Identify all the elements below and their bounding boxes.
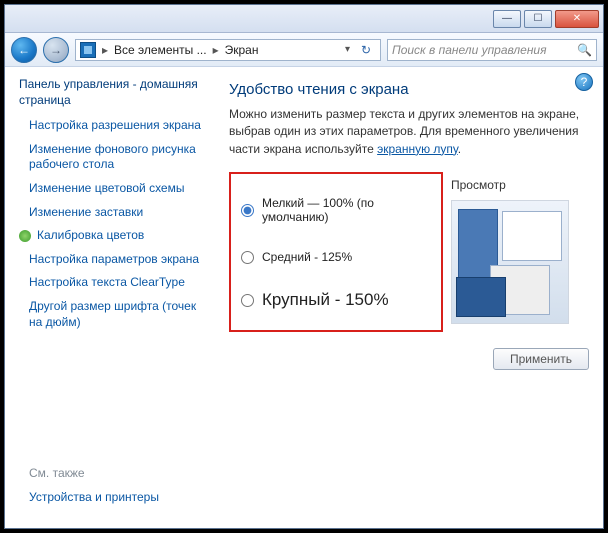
- content-pane: ? Удобство чтения с экрана Можно изменит…: [219, 67, 603, 528]
- desc-text-end: .: [458, 142, 461, 156]
- radio-large[interactable]: Крупный - 150%: [241, 290, 433, 310]
- sidebar-link-screensaver[interactable]: Изменение заставки: [29, 205, 209, 221]
- titlebar: — ☐ ✕: [5, 5, 603, 33]
- maximize-button[interactable]: ☐: [524, 10, 552, 28]
- chevron-right-icon: ▸: [213, 43, 219, 57]
- chevron-down-icon[interactable]: ▾: [345, 44, 350, 55]
- radio-small-input[interactable]: [241, 204, 254, 217]
- radio-medium-label: Средний - 125%: [262, 250, 352, 264]
- radio-medium-input[interactable]: [241, 251, 254, 264]
- sidebar-link-cleartype[interactable]: Настройка текста ClearType: [29, 275, 209, 291]
- radio-large-label: Крупный - 150%: [262, 290, 389, 310]
- address-bar[interactable]: ▸ Все элементы ... ▸ Экран ▾ ↻: [75, 39, 381, 61]
- see-also-section: См. также Устройства и принтеры: [19, 466, 159, 514]
- sidebar-link-wallpaper[interactable]: Изменение фонового рисунка рабочего стол…: [29, 142, 209, 173]
- preview-image: [451, 200, 569, 324]
- options-row: Мелкий — 100% (по умолчанию) Средний - 1…: [229, 172, 589, 332]
- close-button[interactable]: ✕: [555, 10, 599, 28]
- arrow-left-icon: ←: [18, 43, 30, 57]
- preview-window-icon: [502, 211, 562, 261]
- nav-bar: ← → ▸ Все элементы ... ▸ Экран ▾ ↻ Поиск…: [5, 33, 603, 67]
- control-panel-icon: [80, 42, 96, 58]
- page-title: Удобство чтения с экрана: [229, 81, 589, 98]
- preview-taskbar-icon: [456, 277, 506, 317]
- button-row: Применить: [229, 348, 589, 370]
- size-options-group: Мелкий — 100% (по умолчанию) Средний - 1…: [229, 172, 443, 332]
- search-placeholder: Поиск в панели управления: [392, 43, 547, 57]
- arrow-right-icon: →: [50, 43, 62, 57]
- radio-small-label: Мелкий — 100% (по умолчанию): [262, 196, 433, 224]
- radio-large-input[interactable]: [241, 294, 254, 307]
- sidebar-link-displaysettings[interactable]: Настройка параметров экрана: [29, 252, 209, 268]
- search-icon: 🔍: [577, 43, 592, 57]
- help-icon[interactable]: ?: [575, 73, 593, 91]
- back-button[interactable]: ←: [11, 37, 37, 63]
- refresh-icon[interactable]: ↻: [356, 43, 376, 57]
- page-description: Можно изменить размер текста и других эл…: [229, 106, 589, 158]
- breadcrumb-segment[interactable]: Все элементы ...: [114, 43, 207, 57]
- apply-button[interactable]: Применить: [493, 348, 589, 370]
- sidebar-link-calibrate[interactable]: Калибровка цветов: [19, 228, 209, 244]
- window: — ☐ ✕ ← → ▸ Все элементы ... ▸ Экран ▾ ↻…: [4, 4, 604, 529]
- breadcrumb-segment[interactable]: Экран: [225, 43, 259, 57]
- radio-medium[interactable]: Средний - 125%: [241, 250, 433, 264]
- magnifier-link[interactable]: экранную лупу: [377, 142, 458, 156]
- sidebar-home-link[interactable]: Панель управления - домашняя страница: [19, 77, 209, 108]
- minimize-button[interactable]: —: [493, 10, 521, 28]
- sidebar-link-colorscheme[interactable]: Изменение цветовой схемы: [29, 181, 209, 197]
- sidebar: Панель управления - домашняя страница На…: [5, 67, 219, 528]
- radio-small[interactable]: Мелкий — 100% (по умолчанию): [241, 196, 433, 224]
- preview-label: Просмотр: [451, 178, 569, 192]
- body: Панель управления - домашняя страница На…: [5, 67, 603, 528]
- chevron-right-icon: ▸: [102, 43, 108, 57]
- search-input[interactable]: Поиск в панели управления 🔍: [387, 39, 597, 61]
- sidebar-link-dpi[interactable]: Другой размер шрифта (точек на дюйм): [29, 299, 209, 330]
- see-also-link-devices[interactable]: Устройства и принтеры: [29, 490, 159, 506]
- sidebar-link-resolution[interactable]: Настройка разрешения экрана: [29, 118, 209, 134]
- see-also-label: См. также: [29, 466, 159, 480]
- preview-section: Просмотр: [451, 172, 569, 332]
- forward-button[interactable]: →: [43, 37, 69, 63]
